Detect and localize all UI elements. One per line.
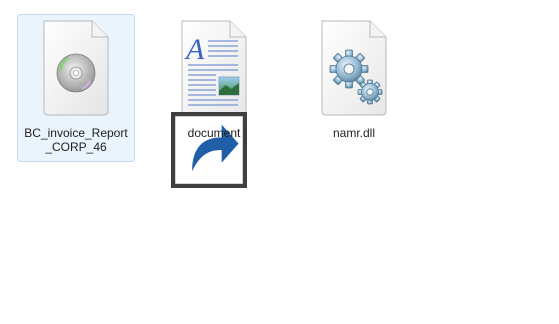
disc-image-icon <box>38 19 114 117</box>
file-name: BC_invoice_Report_CORP_46 <box>24 126 128 154</box>
shortcut-arrow-icon <box>171 101 247 188</box>
file-view: BC_invoice_Report_CORP_46 A document nam… <box>0 0 559 324</box>
gears-icon <box>316 19 392 117</box>
file-item-bc-invoice[interactable]: BC_invoice_Report_CORP_46 <box>17 14 135 162</box>
svg-text:A: A <box>184 33 205 66</box>
file-item-namr-dll[interactable]: namr.dll <box>295 14 413 162</box>
file-name: document <box>187 126 241 140</box>
file-item-document[interactable]: A document <box>155 14 273 188</box>
document-icon: A <box>171 19 252 188</box>
file-name: namr.dll <box>332 126 376 140</box>
